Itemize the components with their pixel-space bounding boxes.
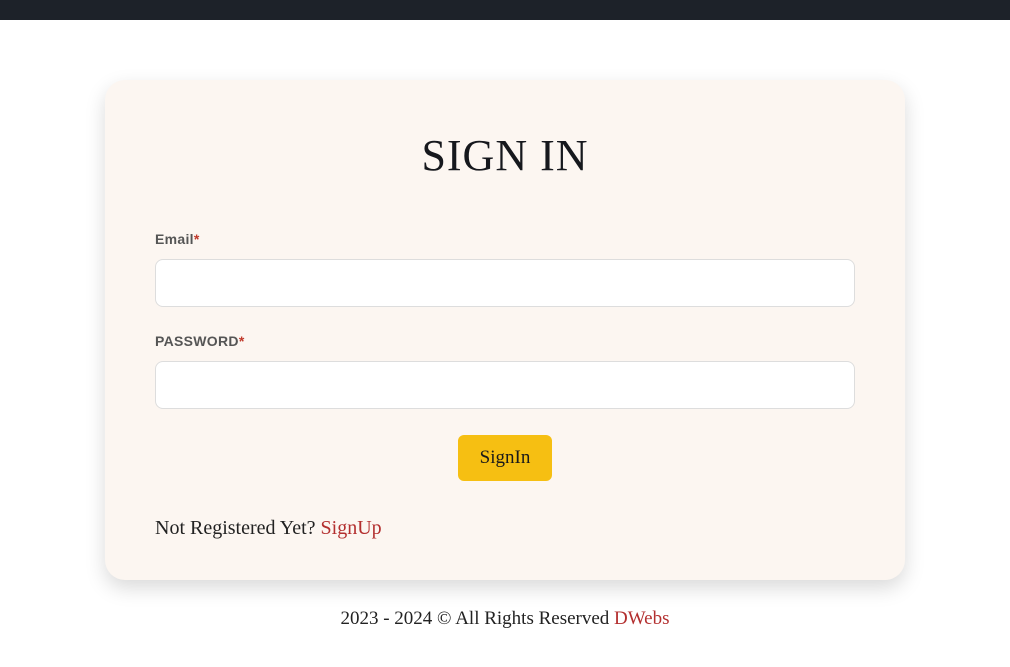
signup-row: Not Registered Yet? SignUp: [155, 517, 855, 540]
password-label: PASSWORD*: [155, 333, 855, 349]
email-required-mark: *: [194, 231, 200, 247]
password-label-text: PASSWORD: [155, 333, 239, 349]
signin-card: SIGN IN Email* PASSWORD* SignIn Not Regi…: [105, 80, 905, 580]
email-label-text: Email: [155, 231, 194, 247]
password-field[interactable]: [155, 361, 855, 409]
email-field[interactable]: [155, 259, 855, 307]
signin-title: SIGN IN: [155, 130, 855, 181]
email-group: Email*: [155, 231, 855, 307]
password-required-mark: *: [239, 333, 245, 349]
signin-button[interactable]: SignIn: [458, 435, 553, 481]
footer-brand: DWebs: [614, 608, 669, 629]
top-navbar: [0, 0, 1010, 20]
password-group: PASSWORD*: [155, 333, 855, 409]
footer: 2023 - 2024 © All Rights Reserved DWebs: [105, 608, 905, 650]
not-registered-text: Not Registered Yet?: [155, 517, 321, 539]
submit-row: SignIn: [155, 435, 855, 481]
footer-copyright: 2023 - 2024 © All Rights Reserved: [340, 608, 614, 629]
signup-link[interactable]: SignUp: [321, 517, 382, 539]
email-label: Email*: [155, 231, 855, 247]
